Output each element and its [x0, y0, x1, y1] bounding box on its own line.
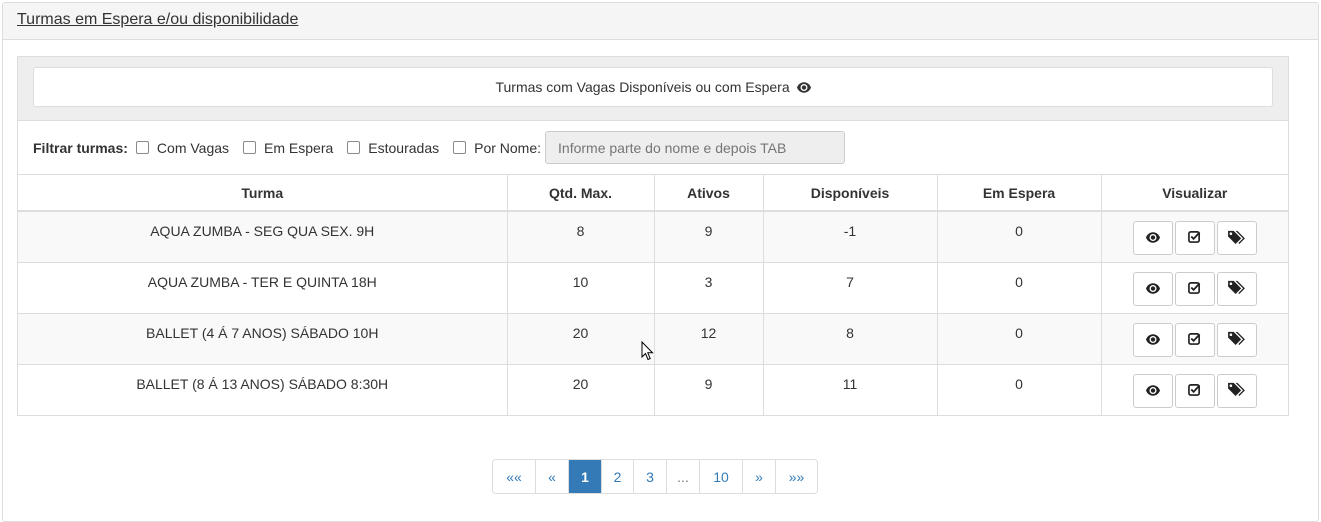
- cell-disponiveis: 8: [763, 313, 938, 365]
- page-item-7[interactable]: »: [742, 460, 775, 493]
- check-button[interactable]: [1174, 373, 1215, 408]
- col-turma[interactable]: Turma: [18, 175, 508, 212]
- check-square-icon: [1188, 281, 1201, 297]
- tags-icon: [1227, 280, 1246, 297]
- classes-panel-title: Turmas com Vagas Disponíveis ou com Espe…: [33, 67, 1273, 107]
- view-button[interactable]: [1132, 322, 1173, 357]
- eye-icon: [1145, 281, 1160, 297]
- table-row: BALLET (8 Á 13 ANOS) SÁBADO 8:30H 20 9 11 0: [18, 364, 1288, 416]
- cell-qtd-max: 20: [507, 313, 655, 365]
- cell-turma: BALLET (4 Á 7 ANOS) SÁBADO 10H: [18, 313, 508, 365]
- col-visualizar: Visualizar: [1101, 175, 1288, 212]
- cell-disponiveis: 11: [763, 364, 938, 416]
- cell-disponiveis: 7: [763, 262, 938, 314]
- page-item-0[interactable]: ««: [493, 460, 535, 493]
- col-qtd-max[interactable]: Qtd. Max.: [507, 175, 655, 212]
- cell-qtd-max: 8: [507, 211, 655, 263]
- classes-panel-title-text: Turmas com Vagas Disponíveis ou com Espe…: [495, 79, 790, 95]
- eye-icon: [1145, 383, 1160, 399]
- check-square-icon: [1188, 383, 1201, 399]
- cell-qtd-max: 20: [507, 364, 655, 416]
- classes-table: Turma Qtd. Max. Ativos Disponíveis Em Es…: [18, 175, 1288, 416]
- check-button[interactable]: [1174, 271, 1215, 306]
- com-vagas-checkbox[interactable]: [135, 141, 149, 154]
- tags-icon: [1227, 331, 1246, 348]
- cell-em-espera: 0: [937, 211, 1102, 263]
- name-search-input[interactable]: [545, 131, 846, 164]
- cell-em-espera: 0: [937, 262, 1102, 314]
- view-button[interactable]: [1132, 221, 1173, 255]
- check-button[interactable]: [1174, 322, 1215, 357]
- tags-icon: [1227, 230, 1246, 247]
- filter-label: Filtrar turmas:: [33, 139, 128, 156]
- col-em-espera[interactable]: Em Espera: [937, 175, 1102, 212]
- estouradas-label: Estouradas: [368, 139, 440, 156]
- page-item-8[interactable]: »»: [775, 460, 817, 493]
- check-button[interactable]: [1174, 221, 1215, 255]
- cell-qtd-max: 10: [507, 262, 655, 314]
- filter-em-espera: Em Espera: [239, 140, 333, 156]
- page-item-1[interactable]: «: [535, 460, 568, 493]
- page-item-6[interactable]: 10: [699, 460, 742, 493]
- por-nome-label: Por Nome:: [474, 139, 542, 156]
- classes-panel: Turmas com Vagas Disponíveis ou com Espe…: [17, 56, 1289, 416]
- tags-icon: [1227, 382, 1246, 399]
- page-item-5: ...: [666, 460, 699, 493]
- filter-por-nome: Por Nome:: [449, 140, 541, 156]
- main-panel: Turmas em Espera e/ou disponibilidade Tu…: [2, 2, 1319, 522]
- pagination: «« «1 2 3... 10»»»: [492, 459, 818, 494]
- check-square-icon: [1188, 332, 1201, 348]
- em-espera-checkbox[interactable]: [243, 141, 257, 154]
- tags-button[interactable]: [1216, 373, 1257, 408]
- cell-em-espera: 0: [937, 313, 1102, 365]
- page-item-2[interactable]: 1: [568, 460, 601, 493]
- panel-heading: Turmas em Espera e/ou disponibilidade: [3, 3, 1318, 40]
- cell-actions: [1101, 313, 1288, 365]
- view-button[interactable]: [1132, 271, 1173, 306]
- classes-panel-heading: Turmas com Vagas Disponíveis ou com Espe…: [18, 57, 1288, 121]
- tags-button[interactable]: [1216, 271, 1257, 306]
- col-disponiveis[interactable]: Disponíveis: [763, 175, 938, 212]
- cell-ativos: 9: [654, 211, 764, 263]
- cell-em-espera: 0: [937, 364, 1102, 416]
- estouradas-checkbox[interactable]: [347, 141, 361, 154]
- view-button[interactable]: [1132, 373, 1173, 408]
- tags-button[interactable]: [1216, 221, 1257, 255]
- com-vagas-label: Com Vagas: [156, 139, 230, 156]
- cell-turma: BALLET (8 Á 13 ANOS) SÁBADO 8:30H: [18, 364, 508, 416]
- filter-bar: Filtrar turmas: Com Vagas Em Espera Esto…: [18, 121, 1288, 175]
- page-item-3[interactable]: 2: [601, 460, 633, 493]
- panel-title-link[interactable]: Turmas em Espera e/ou disponibilidade: [17, 11, 298, 28]
- cell-turma: AQUA ZUMBA - SEG QUA SEX. 9H: [18, 211, 508, 263]
- cell-ativos: 9: [654, 364, 764, 416]
- table-row: AQUA ZUMBA - SEG QUA SEX. 9H 8 9 -1 0: [18, 211, 1288, 263]
- em-espera-label: Em Espera: [264, 139, 334, 156]
- cell-actions: [1101, 211, 1288, 263]
- filter-com-vagas: Com Vagas: [132, 140, 229, 156]
- cell-ativos: 3: [654, 262, 764, 314]
- filter-estouradas: Estouradas: [343, 140, 439, 156]
- page-item-4[interactable]: 3: [633, 460, 666, 493]
- table-row: AQUA ZUMBA - TER E QUINTA 18H 10 3 7 0: [18, 262, 1288, 314]
- cell-actions: [1101, 364, 1288, 416]
- eye-icon: [796, 82, 811, 93]
- col-ativos[interactable]: Ativos: [654, 175, 764, 212]
- cell-turma: AQUA ZUMBA - TER E QUINTA 18H: [18, 262, 508, 314]
- cell-actions: [1101, 262, 1288, 314]
- mouse-cursor-icon: [641, 341, 654, 361]
- cell-disponiveis: -1: [763, 211, 938, 263]
- check-square-icon: [1188, 230, 1201, 246]
- eye-icon: [1145, 230, 1160, 246]
- cell-ativos: 12: [654, 313, 764, 365]
- table-header-row: Turma Qtd. Max. Ativos Disponíveis Em Es…: [18, 175, 1288, 212]
- eye-icon: [1145, 332, 1160, 348]
- por-nome-checkbox[interactable]: [453, 141, 467, 154]
- tags-button[interactable]: [1216, 322, 1257, 357]
